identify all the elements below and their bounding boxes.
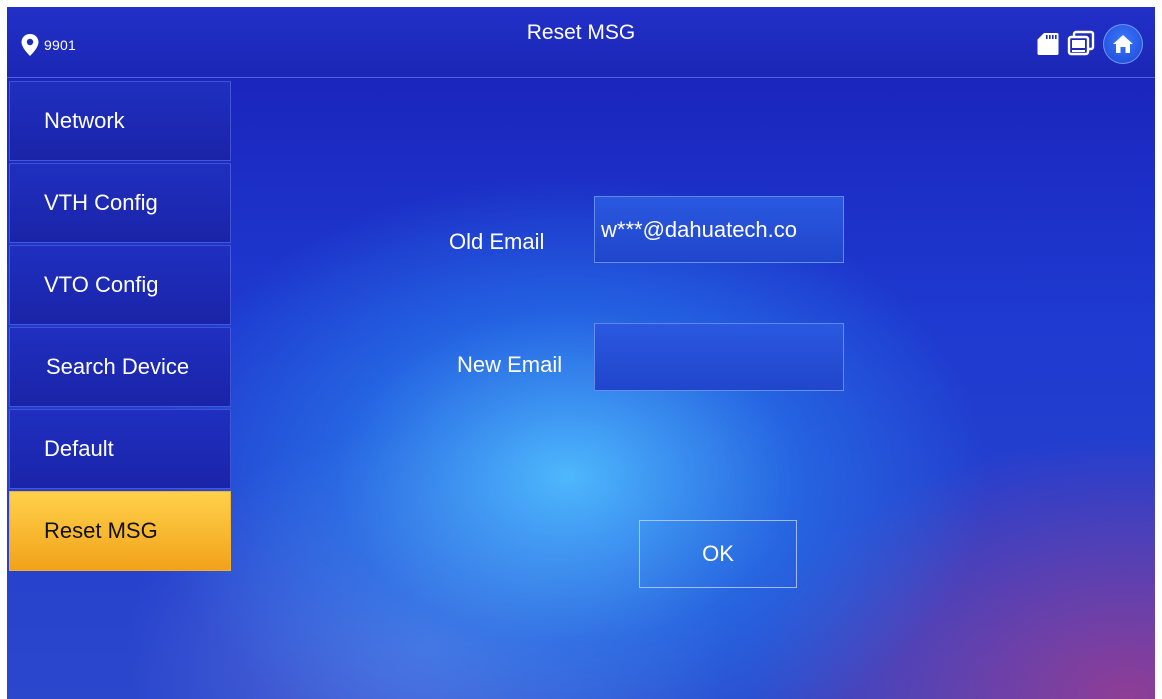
sd-card-icon <box>1037 33 1059 55</box>
sidebar-item-network[interactable]: Network <box>9 81 231 161</box>
page-title: Reset MSG <box>526 21 636 44</box>
sidebar-item-label: Reset MSG <box>44 518 158 543</box>
sidebar-item-default[interactable]: Default <box>9 409 231 489</box>
sidebar-item-label: Network <box>44 108 125 133</box>
old-email-field[interactable]: w***@dahuatech.co <box>594 196 844 263</box>
status-icons <box>1037 24 1143 64</box>
new-email-label: New Email <box>457 352 563 377</box>
monitor-icon[interactable] <box>1067 30 1095 58</box>
home-button[interactable] <box>1103 24 1143 64</box>
sidebar-item-label: VTH Config <box>44 190 158 215</box>
sidebar-item-vto-config[interactable]: VTO Config <box>9 245 231 325</box>
top-bar: 9901 Reset MSG <box>7 7 1155 78</box>
sidebar-item-reset-msg[interactable]: Reset MSG <box>9 491 231 571</box>
old-email-label: Old Email <box>449 229 545 254</box>
new-email-input[interactable] <box>594 323 844 391</box>
sidebar-item-search-device[interactable]: Search Device <box>9 327 231 407</box>
ok-button[interactable]: OK <box>639 520 797 588</box>
sidebar-item-label: VTO Config <box>44 272 159 297</box>
sidebar-item-label: Default <box>44 436 114 461</box>
sidebar-item-vth-config[interactable]: VTH Config <box>9 163 231 243</box>
home-icon <box>1113 35 1133 53</box>
sidebar-item-label: Search Device <box>46 354 190 379</box>
screen: 9901 Reset MSG Network VTH Config VTO Co… <box>7 7 1155 699</box>
